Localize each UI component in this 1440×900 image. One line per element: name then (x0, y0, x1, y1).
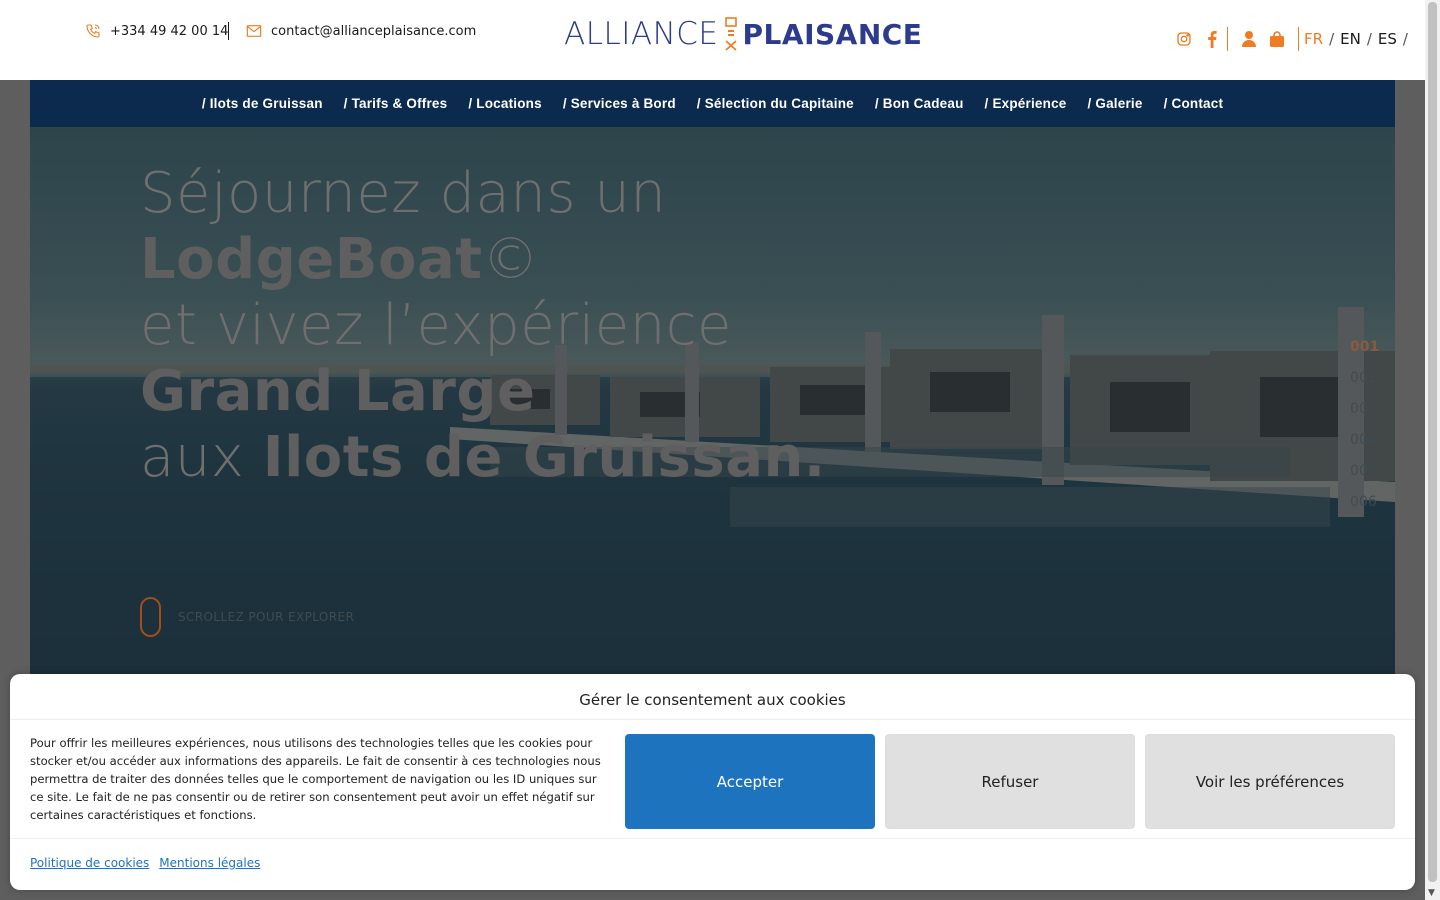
slide-dot[interactable]: 004 (1350, 432, 1379, 448)
headline-copyright: © (482, 227, 540, 292)
scroll-indicator[interactable]: SCROLLEZ POUR EXPLORER (140, 597, 354, 637)
nav-item-galerie[interactable]: / Galerie (1088, 96, 1143, 111)
accept-button[interactable]: Accepter (625, 734, 875, 829)
scroll-down-arrow-icon[interactable]: ▼ (1428, 888, 1435, 898)
headline-ilots: Ilots de Gruissan. (262, 425, 826, 490)
nav-item-tarifs[interactable]: / Tarifs & Offres (344, 96, 448, 111)
headline-line-3: et vivez l’expérience (140, 293, 732, 358)
nav-item-selection[interactable]: / Sélection du Capitaine (697, 96, 854, 111)
icon-divider (1298, 27, 1299, 51)
nav-item-contact[interactable]: / Contact (1164, 96, 1224, 111)
headline-lodgeboat: LodgeBoat (140, 227, 483, 292)
headline-line-1: Séjournez dans un (140, 161, 667, 226)
nav-item-bon-cadeau[interactable]: / Bon Cadeau (875, 96, 964, 111)
lang-fr[interactable]: FR (1304, 30, 1323, 48)
headline-line-2: LodgeBoat© (140, 227, 826, 293)
preferences-button[interactable]: Voir les préférences (1145, 734, 1395, 829)
slide-dot[interactable]: 002 (1350, 370, 1379, 386)
user-icon[interactable] (1240, 30, 1258, 48)
top-header: +334 49 42 00 14 contact@allianceplaisan… (0, 0, 1425, 80)
cookie-policy-link[interactable]: Politique de cookies (30, 856, 149, 870)
phone-link[interactable]: +334 49 42 00 14 (84, 22, 228, 40)
refuse-button[interactable]: Refuser (885, 734, 1135, 829)
nav-item-ilots[interactable]: / Ilots de Gruissan (202, 96, 323, 111)
lang-separator: / (1402, 30, 1408, 48)
mail-icon (245, 22, 263, 40)
slide-dot[interactable]: 003 (1350, 401, 1379, 417)
nav-item-locations[interactable]: / Locations (468, 96, 541, 111)
mouse-icon (140, 597, 161, 637)
nav-item-experience[interactable]: / Expérience (985, 96, 1067, 111)
cookie-description: Pour offrir les meilleures expériences, … (30, 736, 601, 822)
slide-pagination: 001 002 003 004 005 006 (1350, 339, 1379, 510)
page-scrollbar[interactable]: ▼ (1425, 0, 1440, 900)
scroll-label: SCROLLEZ POUR EXPLORER (178, 610, 355, 624)
header-icons (1175, 27, 1311, 51)
hero-slider: Séjournez dans un LodgeBoat© et vivez l’… (30, 127, 1395, 674)
headline-grand-large: Grand Large (140, 359, 536, 424)
logo-text-alliance: ALLIANCE (564, 16, 719, 52)
main-nav: / Ilots de Gruissan / Tarifs & Offres / … (30, 80, 1395, 127)
logo-text-plaisance: PLAISANCE (742, 17, 923, 51)
scrollbar-thumb[interactable] (1428, 2, 1437, 882)
site-logo[interactable]: ALLIANCE PLAISANCE (564, 14, 922, 54)
hero-headline: Séjournez dans un LodgeBoat© et vivez l’… (140, 161, 826, 491)
headline-line-5: aux Ilots de Gruissan. (140, 425, 826, 491)
cookie-title: Gérer le consentement aux cookies (579, 691, 846, 709)
lang-es[interactable]: ES (1378, 30, 1397, 48)
cookie-links: Politique de cookies Mentions légales (30, 856, 260, 870)
lang-en[interactable]: EN (1340, 30, 1361, 48)
slide-dot[interactable]: 006 (1350, 494, 1379, 510)
phone-number: +334 49 42 00 14 (110, 23, 229, 39)
email-address: contact@allianceplaisance.com (271, 23, 477, 39)
bag-icon[interactable] (1268, 30, 1286, 48)
cookie-divider (10, 838, 1415, 839)
lang-separator: / (1366, 30, 1372, 48)
icon-divider (1227, 27, 1228, 51)
legal-notice-link[interactable]: Mentions légales (159, 856, 260, 870)
header-divider (228, 22, 229, 40)
headline-aux: aux (140, 425, 263, 490)
lang-separator: / (1329, 30, 1335, 48)
language-switcher: FR / EN / ES / (1304, 30, 1408, 48)
headline-line-4: Grand Large (140, 359, 826, 425)
instagram-icon[interactable] (1175, 30, 1193, 48)
facebook-icon[interactable] (1203, 30, 1221, 48)
email-link[interactable]: contact@allianceplaisance.com (245, 22, 476, 40)
cookie-divider (10, 719, 1415, 720)
slide-dot[interactable]: 005 (1350, 463, 1379, 479)
slide-dot[interactable]: 001 (1350, 339, 1379, 355)
nav-item-services[interactable]: / Services à Bord (563, 96, 676, 111)
cookie-consent-banner: Gérer le consentement aux cookies Pour o… (10, 674, 1415, 890)
phone-icon (84, 22, 102, 40)
logo-emblem-icon (724, 17, 738, 51)
